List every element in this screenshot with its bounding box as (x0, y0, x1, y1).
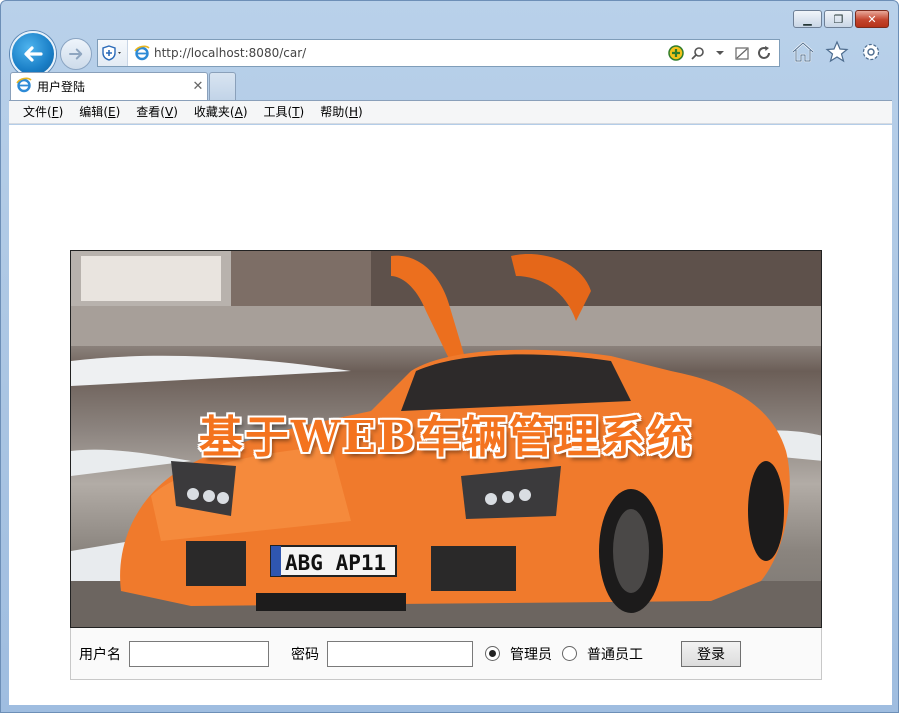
login-button[interactable]: 登录 (681, 640, 741, 667)
close-button[interactable]: ✕ (855, 10, 889, 28)
address-bar (97, 39, 780, 67)
back-button[interactable] (10, 31, 56, 77)
url-input[interactable] (154, 42, 667, 64)
menu-edit[interactable]: 编辑(E) (71, 101, 128, 123)
forward-arrow-icon (69, 48, 83, 60)
menu-favorites[interactable]: 收藏夹(A) (186, 101, 256, 123)
minimize-button[interactable]: ▁ (793, 10, 822, 28)
menu-view[interactable]: 查看(V) (128, 101, 186, 123)
ie-tab-icon (16, 77, 32, 96)
menu-file[interactable]: 文件(F) (15, 101, 71, 123)
role-admin-label: 管理员 (510, 646, 552, 663)
search-icon[interactable] (689, 44, 707, 62)
role-staff-label: 普通员工 (587, 646, 643, 663)
menu-help[interactable]: 帮助(H) (312, 101, 370, 123)
dropdown-icon[interactable] (711, 44, 729, 62)
add-on-icon[interactable] (667, 44, 685, 62)
back-arrow-icon (24, 46, 43, 62)
forward-button[interactable] (60, 38, 92, 70)
menu-bar: 文件(F) 编辑(E) 查看(V) 收藏夹(A) 工具(T) 帮助(H) (9, 100, 892, 124)
refresh-icon[interactable] (755, 44, 773, 62)
tab-title: 用户登陆 (37, 80, 86, 94)
license-plate-text: ABG AP11 (285, 551, 386, 575)
tab-login[interactable]: 用户登陆 ✕ (10, 72, 208, 100)
username-label: 用户名 (79, 646, 121, 663)
banner-image: ABG AP11 基于WEB车辆管理系统 (70, 250, 822, 628)
browser-toolbar-icons (790, 39, 884, 65)
password-input[interactable] (327, 640, 473, 667)
role-admin-radio[interactable] (485, 646, 500, 661)
browser-window: ▁ ❐ ✕ http://localhost:8080/car/ 用户登陆 ✕ … (0, 0, 899, 713)
page-content: ABG AP11 基于WEB车辆管理系统 用户名 密码 管理员 普通员工 登录 (9, 125, 892, 705)
compatibility-view-button[interactable] (98, 40, 128, 66)
login-form: 用户名 密码 管理员 普通员工 登录 (70, 628, 822, 680)
shield-icon (101, 45, 121, 61)
home-icon[interactable] (790, 39, 816, 65)
radio-selected-dot (489, 650, 496, 657)
caption-buttons: ▁ ❐ ✕ (793, 10, 889, 28)
username-input[interactable] (129, 640, 269, 667)
new-tab-button[interactable] (209, 72, 236, 100)
ie-page-icon (134, 45, 150, 61)
favorites-star-icon[interactable] (824, 39, 850, 65)
settings-gear-icon[interactable] (858, 39, 884, 65)
banner-title: 基于WEB车辆管理系统 (198, 412, 694, 463)
menu-tools[interactable]: 工具(T) (256, 101, 313, 123)
role-staff-radio[interactable] (562, 646, 577, 661)
close-tab-icon[interactable]: ✕ (189, 79, 207, 94)
compat-view-icon[interactable] (733, 44, 751, 62)
address-actions (667, 44, 779, 62)
password-label: 密码 (291, 646, 319, 663)
restore-button[interactable]: ❐ (824, 10, 853, 28)
